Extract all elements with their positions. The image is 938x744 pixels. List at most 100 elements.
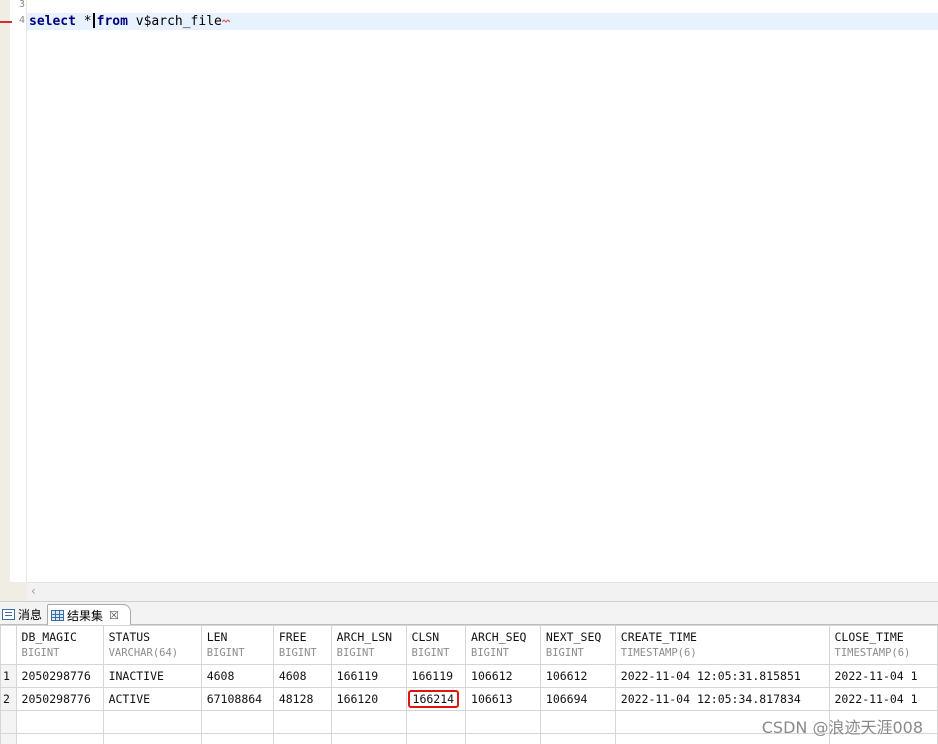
tab-label: 结果集 [67,608,104,623]
empty-cell [330,710,407,734]
tab-label: 消息 [18,608,43,622]
table-cell[interactable]: INACTIVE [102,664,202,688]
column-type: TIMESTAMP(6) [620,647,697,659]
column-type: VARCHAR(64) [108,647,179,659]
message-icon [2,609,15,620]
empty-cell [15,733,104,744]
empty-cell [465,733,541,744]
table-cell[interactable]: 4608 [200,664,274,688]
empty-cell [405,710,467,734]
column-header[interactable]: NEXT_SEQ BIGINT [539,625,616,665]
column-type: BIGINT [278,647,317,659]
grid-icon [51,609,64,621]
column-type: BIGINT [21,647,60,659]
empty-cell [200,733,274,744]
editor-left-margin [0,0,10,582]
code-star: * [75,14,92,29]
table-cell[interactable]: 166120 [330,687,407,711]
empty-cell [539,710,616,734]
highlighted-value: 166214 [407,690,460,708]
column-header[interactable]: CREATE_TIME TIMESTAMP(6) [614,625,830,665]
column-header[interactable]: FREE BIGINT [272,625,332,665]
table-cell[interactable]: 4608 [272,664,332,688]
column-header[interactable]: STATUS VARCHAR(64) [102,625,202,665]
result-tab-bar: 消息 结果集 ☒ [0,601,938,625]
table-row[interactable]: 1 2050298776 INACTIVE 4608 4608 166119 166119 1… [0,664,938,688]
table-row[interactable]: 2 2050298776 ACTIVE 67108864 48128 166120 1662… [0,687,938,711]
column-name: ARCH_SEQ [471,630,527,644]
close-icon[interactable]: ☒ [109,609,119,622]
table-cell[interactable]: 2050298776 [15,664,104,688]
column-header[interactable]: DB_MAGIC BIGINT [15,625,104,665]
table-cell[interactable]: 2022-11-04 12:05:34.817834 [614,687,830,711]
column-header[interactable]: CLOSE_TIME TIMESTAMP(6) [828,625,938,665]
row-number [0,710,17,734]
row-number-header [0,625,17,665]
empty-cell [465,710,541,734]
table-cell[interactable]: 67108864 [200,687,274,711]
tab-result-set[interactable]: 结果集 ☒ [47,604,131,625]
keyword-from: from [96,14,128,29]
empty-cell [15,710,104,734]
row-number [0,733,17,744]
column-type: BIGINT [336,647,375,659]
table-cell[interactable]: 2022-11-04 1 [828,664,938,688]
line-number-gutter [10,0,27,582]
empty-cell [102,733,202,744]
column-name: CREATE_TIME [620,630,697,644]
sql-editor[interactable]: 3 4 select * from v$arch_file [0,0,938,582]
column-header[interactable]: ARCH_LSN BIGINT [330,625,407,665]
column-name: CLSN [411,630,440,644]
column-header[interactable]: CLSN BIGINT [405,625,467,665]
code-table-name: v$arch_file [127,14,222,29]
watermark: CSDN @浪迹天涯008 [761,718,923,737]
column-type: BIGINT [411,647,450,659]
line-number: 3 [18,0,25,10]
empty-cell [102,710,202,734]
table-cell[interactable]: 2022-11-04 12:05:31.815851 [614,664,830,688]
empty-cell [539,733,616,744]
column-header[interactable]: ARCH_SEQ BIGINT [465,625,541,665]
table-cell[interactable]: 106612 [539,664,616,688]
column-type: BIGINT [545,647,584,659]
horizontal-scrollbar[interactable]: ‹ [27,582,938,601]
current-line-marker [0,21,12,23]
row-number: 1 [0,664,17,688]
column-name: LEN [206,630,228,644]
scroll-left-icon[interactable]: ‹ [31,584,36,598]
table-cell[interactable]: 2022-11-04 1 [828,687,938,711]
table-cell[interactable]: 2050298776 [15,687,104,711]
column-name: FREE [278,630,307,644]
keyword-select: select [29,14,76,29]
table-cell[interactable]: 48128 [272,687,332,711]
table-cell[interactable]: 166119 [330,664,407,688]
table-cell[interactable]: 166119 [405,664,467,688]
table-cell[interactable]: ACTIVE [102,687,202,711]
empty-cell [405,733,467,744]
column-name: ARCH_LSN [336,630,393,644]
empty-cell [200,710,274,734]
column-type: BIGINT [471,647,509,659]
column-name: DB_MAGIC [21,630,77,644]
scrollbar-corner [0,582,27,601]
table-cell[interactable]: 166214 [405,687,467,711]
table-cell[interactable]: 106694 [539,687,616,711]
empty-cell [272,710,332,734]
row-number: 2 [0,687,17,711]
column-type: TIMESTAMP(6) [834,647,911,659]
tab-messages[interactable]: 消息 [0,604,46,625]
line-number: 4 [18,15,25,26]
column-name: NEXT_SEQ [545,630,602,644]
empty-cell [272,733,332,744]
column-type: BIGINT [206,647,245,659]
text-caret [92,13,95,28]
table-cell[interactable]: 106613 [465,687,541,711]
spelling-squiggle-icon [221,19,230,25]
column-name: CLOSE_TIME [834,630,904,644]
table-cell[interactable]: 106612 [465,664,541,688]
code-line[interactable]: select * from v$arch_file [29,13,230,30]
empty-cell [330,733,407,744]
header-row: DB_MAGIC BIGINT STATUS VARCHAR(64) LEN BIGINT… [0,625,938,665]
column-name: STATUS [108,630,151,644]
column-header[interactable]: LEN BIGINT [200,625,274,665]
